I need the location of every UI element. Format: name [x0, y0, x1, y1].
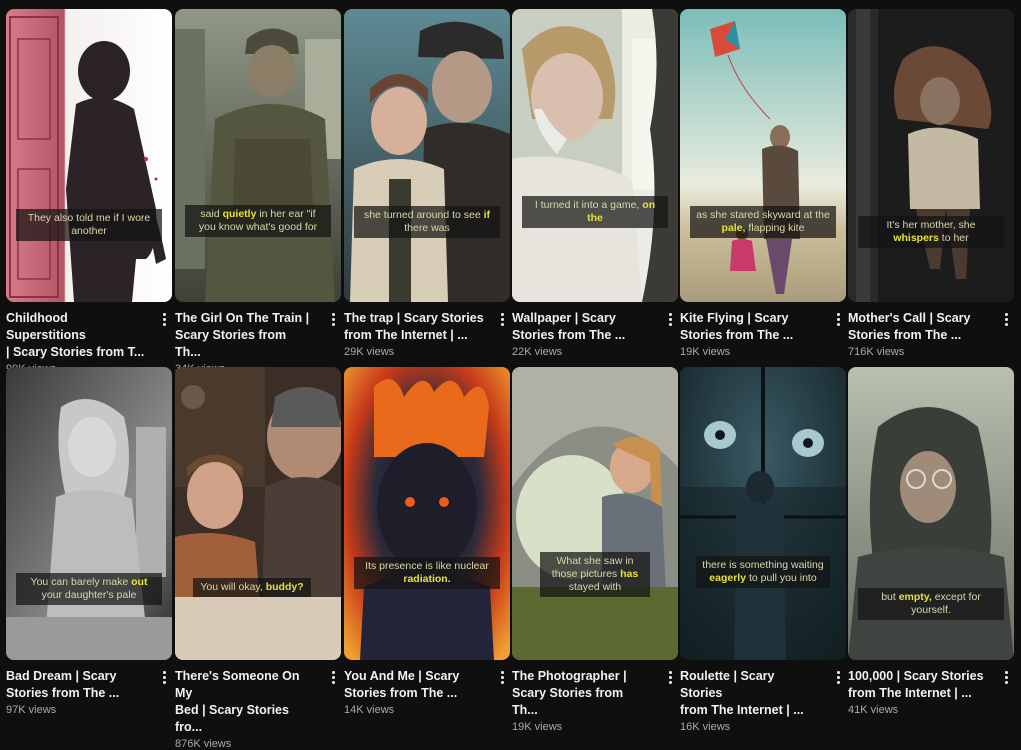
thumbnail-caption: Its presence is like nuclear radiation. [354, 557, 500, 589]
thumbnail-boy-at-door[interactable]: They also told me if I wore another [6, 9, 172, 302]
thumbnail-fire-demon[interactable]: Its presence is like nuclear radiation. [344, 367, 510, 660]
video-title[interactable]: Roulette | Scary Stories from The Interne… [680, 668, 820, 719]
thumbnail-caption: said quietly in her ear "if you know wha… [185, 205, 331, 237]
video-card-you-and-me[interactable]: Its presence is like nuclear radiation. … [344, 367, 510, 726]
video-card-the-photographer[interactable]: What she saw in those pictures has staye… [512, 367, 678, 733]
video-card-roulette[interactable]: there is something waiting eagerly to pu… [680, 367, 846, 733]
video-title[interactable]: Mother's Call | Scary Stories from The ..… [848, 310, 988, 344]
view-count: 97K views [6, 704, 57, 716]
kebab-vertical-icon[interactable] [1000, 669, 1012, 687]
view-count: 16K views [680, 721, 731, 733]
thumbnail-woman-peeling-wallpaper[interactable]: I turned it into a game, on the [512, 9, 678, 302]
video-card-wallpaper[interactable]: I turned it into a game, on the Wallpape… [512, 9, 678, 368]
thumbnail-caption: What she saw in those pictures has staye… [540, 552, 650, 597]
view-count: 876K views [175, 738, 232, 750]
thumbnail-caption: They also told me if I wore another [16, 209, 162, 241]
thumbnail-caption: there is something waiting eagerly to pu… [696, 556, 830, 588]
kebab-vertical-icon[interactable] [832, 669, 844, 687]
thumbnail-girl-in-tent[interactable]: What she saw in those pictures has staye… [512, 367, 678, 660]
thumbnail-girl-with-old-man[interactable]: she turned around to see if there was [344, 9, 510, 302]
video-title[interactable]: 100,000 | Scary Stories from The Internet… [848, 668, 988, 702]
view-count: 29K views [344, 346, 395, 358]
video-title[interactable]: Kite Flying | Scary Stories from The ... [680, 310, 820, 344]
video-title[interactable]: There's Someone On My Bed | Scary Stories… [175, 668, 315, 736]
kebab-vertical-icon[interactable] [1000, 311, 1012, 329]
video-title[interactable]: The Photographer | Scary Stories from Th.… [512, 668, 652, 719]
video-card-mothers-call[interactable]: It's her mother, she whispers to her Mot… [848, 9, 1014, 368]
thumbnail-boy-and-man[interactable]: You will okay, buddy? [175, 367, 341, 660]
thumbnail-girl-running[interactable]: It's her mother, she whispers to her [848, 9, 1014, 302]
thumbnail-caption: she turned around to see if there was [354, 206, 500, 238]
kebab-vertical-icon[interactable] [158, 311, 170, 329]
thumbnail-pale-girl[interactable]: You can barely make out your daughter's … [6, 367, 172, 660]
view-count: 19K views [512, 721, 563, 733]
view-count: 22K views [512, 346, 563, 358]
thumbnail-caption: I turned it into a game, on the [522, 196, 668, 228]
thumbnail-hooded-man[interactable]: but empty, except for yourself. [848, 367, 1014, 660]
thumbnail-monster-at-window[interactable]: there is something waiting eagerly to pu… [680, 367, 846, 660]
video-card-kite-flying[interactable]: as she stared skyward at the pale, flapp… [680, 9, 846, 368]
view-count: 716K views [848, 346, 905, 358]
video-title[interactable]: You And Me | Scary Stories from The ... [344, 668, 484, 702]
kebab-vertical-icon[interactable] [327, 311, 339, 329]
thumbnail-caption: but empty, except for yourself. [858, 588, 1004, 620]
view-count: 14K views [344, 704, 395, 716]
thumbnail-caption: You can barely make out your daughter's … [16, 573, 162, 605]
thumbnail-kite-on-beach[interactable]: as she stared skyward at the pale, flapp… [680, 9, 846, 302]
kebab-vertical-icon[interactable] [496, 669, 508, 687]
thumbnail-soldier-on-train[interactable]: said quietly in her ear "if you know wha… [175, 9, 341, 302]
kebab-vertical-icon[interactable] [496, 311, 508, 329]
video-card-bad-dream[interactable]: You can barely make out your daughter's … [6, 367, 172, 726]
video-title[interactable]: Childhood Superstitions | Scary Stories f… [6, 310, 146, 361]
video-card-someone-on-my-bed[interactable]: You will okay, buddy? There's Someone On… [175, 367, 341, 750]
thumbnail-caption: You will okay, buddy? [193, 578, 311, 597]
thumbnail-caption: as she stared skyward at the pale, flapp… [690, 206, 836, 238]
video-card-the-trap[interactable]: she turned around to see if there was Th… [344, 9, 510, 368]
shorts-grid: They also told me if I wore another Chil… [0, 0, 1021, 750]
kebab-vertical-icon[interactable] [832, 311, 844, 329]
kebab-vertical-icon[interactable] [158, 669, 170, 687]
video-card-girl-on-the-train[interactable]: said quietly in her ear "if you know wha… [175, 9, 341, 375]
video-card-childhood-superstitions[interactable]: They also told me if I wore another Chil… [6, 9, 172, 375]
video-card-100000[interactable]: but empty, except for yourself. 100,000 … [848, 367, 1014, 726]
thumbnail-caption: It's her mother, she whispers to her [858, 216, 1004, 248]
view-count: 41K views [848, 704, 899, 716]
kebab-vertical-icon[interactable] [664, 311, 676, 329]
video-title[interactable]: The trap | Scary Stories from The Interne… [344, 310, 484, 344]
video-title[interactable]: The Girl On The Train | Scary Stories fro… [175, 310, 315, 361]
video-title[interactable]: Wallpaper | Scary Stories from The ... [512, 310, 652, 344]
video-title[interactable]: Bad Dream | Scary Stories from The ... [6, 668, 146, 702]
kebab-vertical-icon[interactable] [664, 669, 676, 687]
kebab-vertical-icon[interactable] [327, 669, 339, 687]
view-count: 19K views [680, 346, 731, 358]
